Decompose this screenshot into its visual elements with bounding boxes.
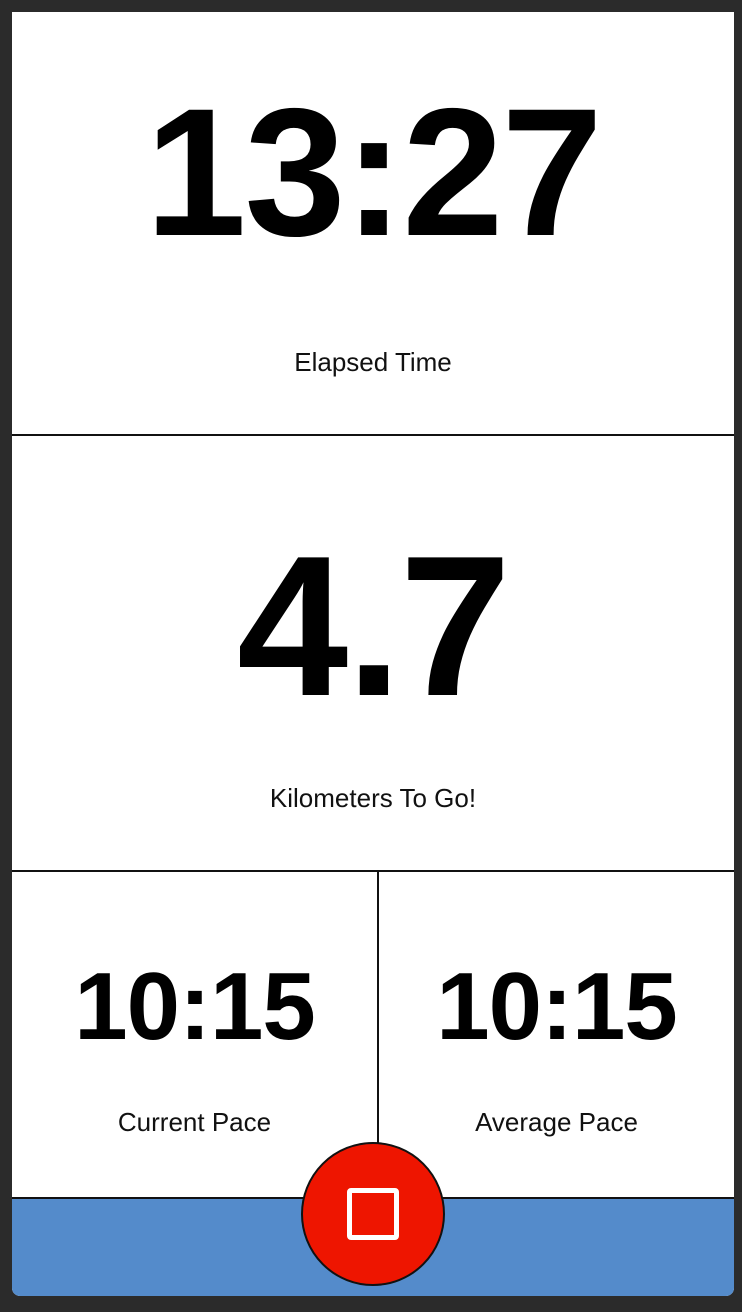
stop-square-icon — [347, 1188, 399, 1240]
stop-button[interactable] — [301, 1142, 445, 1286]
average-pace-label: Average Pace — [475, 1107, 638, 1137]
distance-remaining-value: 4.7 — [236, 515, 511, 738]
current-pace-label: Current Pace — [117, 1107, 272, 1137]
distance-remaining-label: Kilometers To Go! — [269, 783, 477, 813]
distance-remaining-panel: 4.7 Kilometers To Go! — [12, 436, 734, 872]
device-frame: 13:27 Elapsed Time 4.7 Kilometers To Go!… — [0, 0, 742, 1312]
elapsed-time-panel: 13:27 Elapsed Time — [12, 12, 734, 436]
average-pace-value: 10:15 — [436, 953, 678, 1060]
workout-screen: 13:27 Elapsed Time 4.7 Kilometers To Go!… — [12, 12, 734, 1296]
average-pace-panel: 10:15 Average Pace — [379, 872, 734, 1197]
elapsed-time-value: 13:27 — [145, 70, 603, 274]
elapsed-time-label: Elapsed Time — [294, 347, 452, 377]
current-pace-value: 10:15 — [74, 953, 316, 1060]
current-pace-panel: 10:15 Current Pace — [12, 872, 379, 1197]
